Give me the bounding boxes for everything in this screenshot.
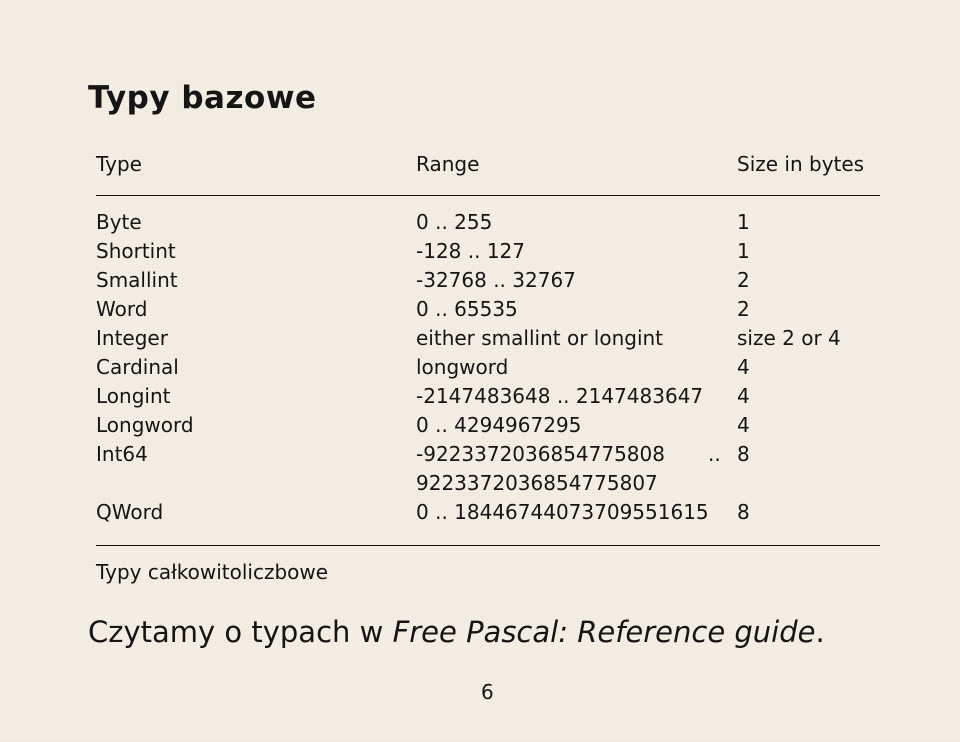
type-cell: Longint — [96, 384, 171, 408]
header-type: Type — [96, 152, 142, 176]
table-row: Longint -2147483648 .. 2147483647 4 — [96, 382, 880, 411]
table-top-rule — [96, 195, 880, 196]
size-cell: 8 — [737, 500, 750, 524]
table-row: Integer either smallint or longint size … — [96, 324, 880, 353]
size-cell: 1 — [737, 210, 750, 234]
table-row: Longword 0 .. 4294967295 4 — [96, 411, 880, 440]
size-cell: 2 — [737, 297, 750, 321]
size-cell: 8 — [737, 442, 750, 466]
size-cell: 4 — [737, 384, 750, 408]
page-number: 6 — [481, 680, 494, 704]
size-cell: 4 — [737, 355, 750, 379]
reference-title: Free Pascal: Reference guide — [392, 615, 816, 649]
table-row-continuation: 9223372036854775807 — [96, 469, 880, 498]
table-row: Shortint -128 .. 127 1 — [96, 237, 880, 266]
range-cell: 0 .. 4294967295 — [416, 413, 582, 437]
note-suffix: . — [815, 615, 825, 649]
range-cell: -9223372036854775808 — [416, 442, 665, 466]
type-cell: Int64 — [96, 442, 148, 466]
range-cell: -2147483648 .. 2147483647 — [416, 384, 704, 408]
type-cell: Byte — [96, 210, 142, 234]
table-row: Cardinal longword 4 — [96, 353, 880, 382]
size-cell: size 2 or 4 — [737, 326, 841, 350]
type-cell: Integer — [96, 326, 168, 350]
table-caption: Typy całkowitoliczbowe — [96, 560, 329, 584]
size-cell: 1 — [737, 239, 750, 263]
type-cell: Longword — [96, 413, 194, 437]
type-cell: Word — [96, 297, 148, 321]
size-cell: 2 — [737, 268, 750, 292]
type-cell: Cardinal — [96, 355, 179, 379]
table-row: Int64 -9223372036854775808 .. 8 — [96, 440, 880, 469]
type-cell: Shortint — [96, 239, 176, 263]
table-row: Smallint -32768 .. 32767 2 — [96, 266, 880, 295]
type-cell: Smallint — [96, 268, 178, 292]
size-cell: 4 — [737, 413, 750, 437]
range-cell: 0 .. 18446744073709551615 — [416, 500, 709, 524]
range-cell: longword — [416, 355, 509, 379]
range-separator: .. — [708, 442, 721, 466]
table-bottom-rule — [96, 545, 880, 546]
table-row: QWord 0 .. 18446744073709551615 8 — [96, 498, 880, 527]
range-cell: 0 .. 255 — [416, 210, 493, 234]
table-row: Word 0 .. 65535 2 — [96, 295, 880, 324]
range-cell: -128 .. 127 — [416, 239, 525, 263]
range-cell: 0 .. 65535 — [416, 297, 518, 321]
type-cell: QWord — [96, 500, 164, 524]
reference-note: Czytamy o typach w Free Pascal: Referenc… — [88, 612, 825, 652]
note-prefix: Czytamy o typach w — [88, 615, 393, 649]
range-cell: either smallint or longint — [416, 326, 664, 350]
table-row: Byte 0 .. 255 1 — [96, 208, 880, 237]
header-range: Range — [416, 152, 480, 176]
slide-title: Typy bazowe — [88, 80, 317, 116]
table-header-row: Type Range Size in bytes — [96, 150, 880, 179]
range-cell: -32768 .. 32767 — [416, 268, 576, 292]
range-cell-continued: 9223372036854775807 — [416, 471, 658, 495]
header-size: Size in bytes — [737, 152, 865, 176]
